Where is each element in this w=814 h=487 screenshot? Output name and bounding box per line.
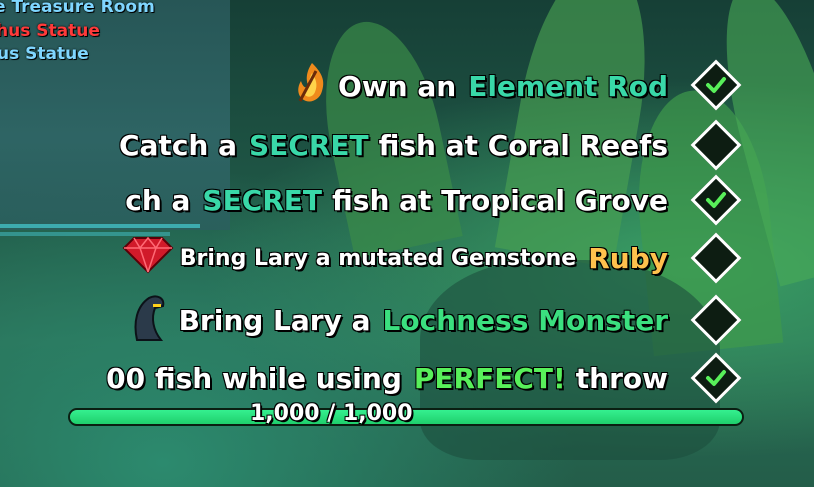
quest-text: ch a	[125, 183, 191, 217]
quest-text: Bring Lary a	[178, 303, 371, 337]
quest-text: Bring Lary a mutated Gemstone	[179, 245, 577, 271]
quest-text: Catch a	[118, 128, 237, 162]
location-label-treasure-room[interactable]: e Treasure Room	[0, 0, 155, 17]
glowing-ledge	[0, 224, 200, 228]
quest-highlight: SECRET	[202, 183, 323, 217]
quest-highlight: Ruby	[588, 241, 668, 275]
quest-highlight: Element Rod	[468, 69, 668, 103]
ruby-icon	[120, 236, 180, 280]
quest-bring-ruby: Bring Lary a mutated Gemstone Ruby	[120, 236, 668, 280]
quest-text-suffix: fish at Coral Reefs	[378, 128, 668, 162]
quest-secret-tropical-grove: ch a SECRET fish at Tropical Grove	[125, 180, 668, 220]
quest-highlight: PERFECT!	[413, 361, 566, 395]
quest-text: 00 fish while using	[106, 361, 402, 395]
checkmark-icon	[706, 192, 726, 208]
quest-perfect-throw: 00 fish while using PERFECT! throw	[106, 358, 668, 398]
quest-text-suffix: throw	[575, 361, 668, 395]
location-label-statue-blue[interactable]: us Statue	[0, 44, 89, 64]
quest-secret-coral-reefs: Catch a SECRET fish at Coral Reefs	[119, 125, 668, 165]
checkmark-icon	[706, 370, 726, 386]
flame-rod-icon	[292, 61, 338, 112]
progress-text: 1,000 / 1,000	[250, 401, 413, 426]
quest-text: Own an	[338, 69, 457, 103]
quest-highlight: SECRET	[249, 128, 369, 162]
lochness-monster-icon	[127, 292, 179, 349]
checkmark-icon	[706, 77, 726, 93]
quest-highlight: Lochness Monster	[382, 303, 669, 337]
quest-own-element-rod: Own an Element Rod	[292, 62, 668, 106]
quest-text-suffix: fish at Tropical Grove	[332, 183, 668, 217]
location-label-statue-red[interactable]: hus Statue	[0, 21, 100, 41]
quest-bring-lochness: Bring Lary a Lochness Monster	[127, 294, 669, 341]
